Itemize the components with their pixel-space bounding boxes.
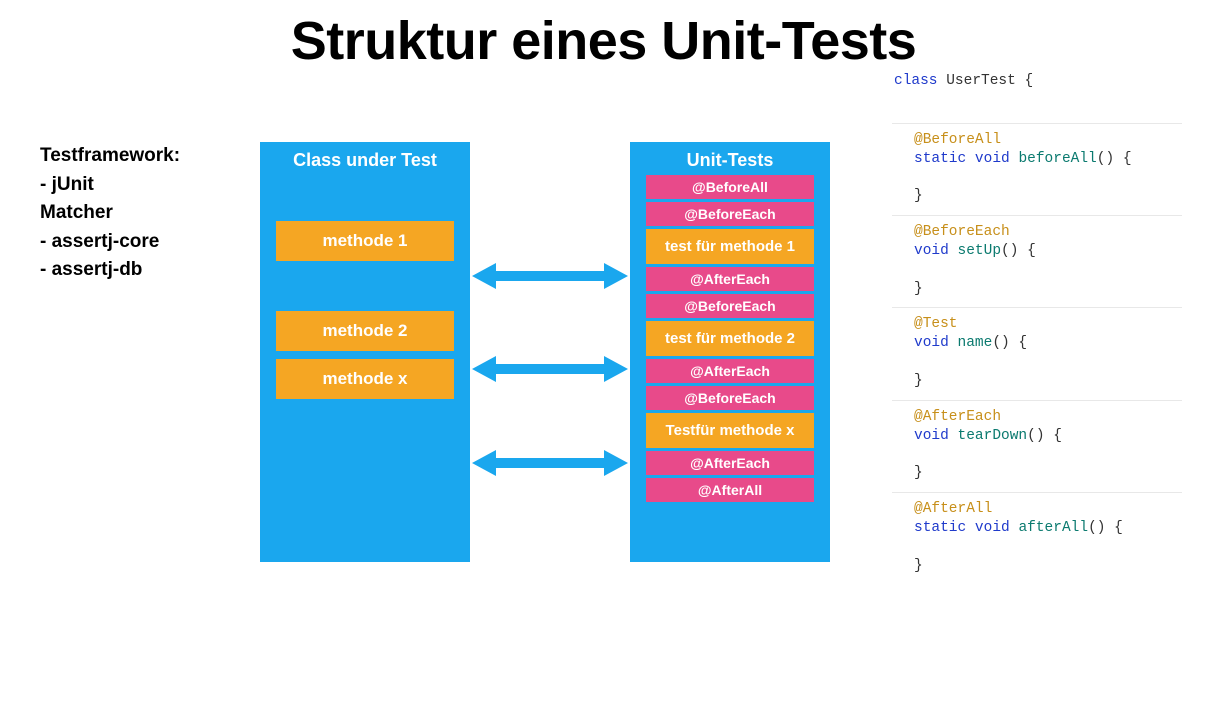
keyword-void: void — [914, 335, 958, 351]
code-method-block: @AfterEach void tearDown() { } — [892, 400, 1182, 492]
brace-close: } — [914, 281, 923, 297]
brace-close: } — [914, 188, 923, 204]
code-class-decl: class UserTest { — [892, 72, 1182, 123]
annotation-pill: @BeforeAll — [646, 175, 814, 199]
keyword-void: void — [914, 243, 958, 259]
test-method-pill: test für methode 1 — [646, 229, 814, 264]
double-arrow-icon — [472, 448, 628, 478]
double-arrow-icon — [472, 261, 628, 291]
annotation-pill: @BeforeEach — [646, 386, 814, 410]
sidebar-item-assertj-db: - assertj-db — [40, 256, 260, 285]
code-method-block: @AfterAll static void afterAll() { } — [892, 492, 1182, 584]
paren-brace: () { — [1088, 520, 1123, 536]
annotation: @BeforeAll — [914, 132, 1001, 148]
content-area: Testframework: - jUnit Matcher - assertj… — [0, 142, 1207, 585]
annotation: @AfterEach — [914, 409, 1001, 425]
function-name: name — [958, 335, 993, 351]
brace-close: } — [914, 558, 923, 574]
page-title: Struktur eines Unit-Tests — [0, 10, 1207, 72]
class-under-test-panel: Class under Test methode 1 methode 2 met… — [260, 142, 470, 562]
annotation: @AfterAll — [914, 501, 992, 517]
annotation-pill: @AfterEach — [646, 451, 814, 475]
sidebar-heading-matcher: Matcher — [40, 199, 260, 228]
code-method-block: @BeforeEach void setUp() { } — [892, 215, 1182, 307]
method-box: methode 2 — [276, 311, 454, 351]
keyword-void: void — [914, 428, 958, 444]
keyword-class: class — [894, 73, 938, 89]
method-box: methode x — [276, 359, 454, 399]
function-name: beforeAll — [1018, 151, 1096, 167]
unit-tests-title: Unit-Tests — [640, 150, 820, 171]
code-snippet: class UserTest { @BeforeAll static void b… — [892, 72, 1182, 585]
annotation-pill: @BeforeEach — [646, 294, 814, 318]
paren-brace: () { — [1001, 243, 1036, 259]
function-name: afterAll — [1018, 520, 1088, 536]
class-name-text: UserTest — [946, 73, 1016, 89]
paren-brace: () { — [992, 335, 1027, 351]
paren-brace: () { — [1027, 428, 1062, 444]
annotation: @BeforeEach — [914, 224, 1010, 240]
unit-tests-panel: Unit-Tests @BeforeAll @BeforeEach test für… — [630, 142, 830, 562]
keyword-void: void — [975, 151, 1019, 167]
sidebar-heading-framework: Testframework: — [40, 142, 260, 171]
sidebar-item-junit: - jUnit — [40, 171, 260, 200]
keyword-static: static — [914, 520, 975, 536]
brace-close: } — [914, 373, 923, 389]
test-method-pill: Testfür methode x — [646, 413, 814, 448]
diagram: Class under Test methode 1 methode 2 met… — [260, 142, 870, 572]
annotation: @Test — [914, 316, 958, 332]
sidebar: Testframework: - jUnit Matcher - assertj… — [0, 142, 260, 285]
sidebar-item-assertj-core: - assertj-core — [40, 228, 260, 257]
function-name: tearDown — [958, 428, 1028, 444]
code-method-block: @BeforeAll static void beforeAll() { } — [892, 123, 1182, 215]
keyword-static: static — [914, 151, 975, 167]
annotation-pill: @BeforeEach — [646, 202, 814, 226]
class-under-test-title: Class under Test — [270, 150, 460, 171]
function-name: setUp — [958, 243, 1002, 259]
method-box: methode 1 — [276, 221, 454, 261]
brace-close: } — [914, 465, 923, 481]
annotation-pill: @AfterAll — [646, 478, 814, 502]
test-method-pill: test für methode 2 — [646, 321, 814, 356]
brace-open: { — [1016, 73, 1033, 89]
annotation-pill: @AfterEach — [646, 267, 814, 291]
keyword-void: void — [975, 520, 1019, 536]
code-method-block: @Test void name() { } — [892, 307, 1182, 399]
paren-brace: () { — [1097, 151, 1132, 167]
double-arrow-icon — [472, 354, 628, 384]
annotation-pill: @AfterEach — [646, 359, 814, 383]
